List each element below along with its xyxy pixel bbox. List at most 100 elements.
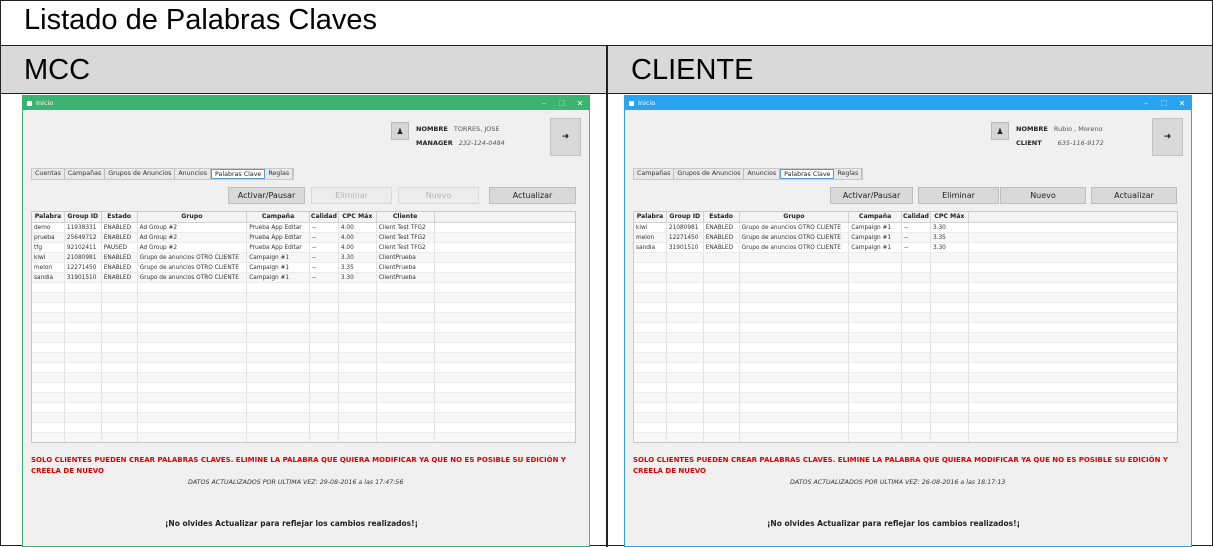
table-cell: Campaign #1 [247, 253, 310, 262]
empty-cell [902, 293, 931, 302]
column-header-estado[interactable]: Estado [102, 212, 138, 222]
table-row[interactable]: kiwi 21080981 ENABLED Grupo de anuncios OTR… [634, 223, 1177, 233]
column-header-cliente[interactable]: Cliente [377, 212, 435, 222]
table-row[interactable]: sandia 31901510 ENABLED Grupo de anuncios O… [634, 243, 1177, 253]
empty-cell [377, 403, 435, 412]
close-icon[interactable]: ✕ [1173, 99, 1191, 108]
column-header-estado[interactable]: Estado [704, 212, 740, 222]
refresh-button[interactable]: Actualizar [1091, 187, 1177, 204]
empty-cell [138, 363, 248, 372]
minimize-icon[interactable]: – [535, 99, 553, 108]
empty-cell [32, 433, 65, 442]
column-header-palabra[interactable]: Palabra [32, 212, 65, 222]
table-row[interactable]: melon 12271450 ENABLED Grupo de anuncios OT… [634, 233, 1177, 243]
column-header-campana[interactable]: Campaña [849, 212, 903, 222]
tab-cuentas[interactable]: Cuentas [32, 169, 65, 179]
tab-palabras-clave[interactable]: Palabras Clave [780, 169, 835, 179]
empty-cell [310, 313, 339, 322]
empty-cell [247, 303, 310, 312]
table-body: demo 11938331 ENABLED Ad Group #2 Prueba App… [32, 223, 575, 442]
empty-cell [339, 433, 377, 442]
keywords-table: Palabra Group ID Estado Grupo Campaña Calidad… [31, 211, 576, 443]
column-header-group-id[interactable]: Group ID [667, 212, 704, 222]
empty-cell [931, 363, 969, 372]
table-row[interactable]: melon 12271450 ENABLED Grupo de anuncios OT… [32, 263, 575, 273]
column-header-cpc-max[interactable]: CPC Máx [931, 212, 969, 222]
empty-row [32, 323, 575, 333]
empty-cell [435, 293, 575, 302]
close-icon[interactable]: ✕ [571, 99, 589, 108]
empty-cell [435, 393, 575, 402]
table-cell: Grupo de anuncios OTRO CLIENTE [138, 253, 248, 262]
empty-cell [849, 403, 903, 412]
new-button[interactable]: Nuevo [398, 187, 479, 204]
empty-cell [740, 263, 850, 272]
new-button[interactable]: Nuevo [1000, 187, 1086, 204]
tab-grupos-de-anuncios[interactable]: Grupos de Anuncios [105, 169, 176, 179]
empty-row [32, 403, 575, 413]
column-header-group-id[interactable]: Group ID [65, 212, 102, 222]
empty-cell [435, 223, 575, 232]
empty-cell [32, 313, 65, 322]
table-row[interactable]: sandia 31901510 ENABLED Grupo de anuncios O… [32, 273, 575, 283]
column-header-grupo[interactable]: Grupo [138, 212, 248, 222]
delete-button[interactable]: Eliminar [311, 187, 392, 204]
empty-cell [435, 313, 575, 322]
empty-cell [969, 433, 1177, 442]
column-header-calidad[interactable]: Calidad [902, 212, 931, 222]
column-header-campana[interactable]: Campaña [247, 212, 310, 222]
table-row[interactable]: kiwi 21080981 ENABLED Grupo de anuncios OTR… [32, 253, 575, 263]
empty-cell [969, 303, 1177, 312]
empty-cell [435, 243, 575, 252]
refresh-button[interactable]: Actualizar [489, 187, 576, 204]
empty-cell [740, 333, 850, 342]
tab-grupos-de-anuncios[interactable]: Grupos de Anuncios [674, 169, 745, 179]
empty-cell [667, 273, 704, 282]
tab-anuncios[interactable]: Anuncios [175, 169, 211, 179]
maximize-icon[interactable]: ☐ [553, 99, 571, 108]
table-cell: Ad Group #2 [138, 243, 248, 252]
empty-row [634, 383, 1177, 393]
maximize-icon[interactable]: ☐ [1155, 99, 1173, 108]
column-header-cpc-max[interactable]: CPC Máx [339, 212, 377, 222]
tab-reglas[interactable]: Reglas [265, 169, 294, 179]
table-row[interactable]: prueba 25649712 ENABLED Ad Group #2 Prueba A… [32, 233, 575, 243]
empty-cell [435, 303, 575, 312]
empty-cell [969, 233, 1177, 242]
empty-cell [902, 363, 931, 372]
minimize-icon[interactable]: – [1137, 99, 1155, 108]
empty-row [634, 293, 1177, 303]
empty-cell [339, 393, 377, 402]
empty-cell [138, 283, 248, 292]
toggle-button[interactable]: Activar/Pausar [830, 187, 913, 204]
table-cell: Prueba App Editar [247, 233, 310, 242]
tab-reglas[interactable]: Reglas [834, 169, 863, 179]
window-title: Inicio [638, 99, 656, 107]
toggle-button[interactable]: Activar/Pausar [228, 187, 305, 204]
tab-anuncios[interactable]: Anuncios [744, 169, 781, 179]
tab-campanas[interactable]: Campañas [634, 169, 675, 179]
table-cell: melon [32, 263, 65, 272]
table-row[interactable]: demo 11938331 ENABLED Ad Group #2 Prueba App… [32, 223, 575, 233]
column-header-calidad[interactable]: Calidad [310, 212, 339, 222]
column-header-grupo[interactable]: Grupo [740, 212, 850, 222]
empty-cell [32, 373, 65, 382]
empty-cell [32, 293, 65, 302]
tab-campanas[interactable]: Campañas [64, 169, 106, 179]
empty-cell [634, 423, 667, 432]
table-cell: Campaign #1 [849, 233, 903, 242]
logout-button[interactable]: ➜ [550, 118, 581, 156]
empty-cell [667, 293, 704, 302]
table-row[interactable]: tfg 92102411 PAUSED Ad Group #2 Prueba App E… [32, 243, 575, 253]
empty-cell [435, 413, 575, 422]
delete-button[interactable]: Eliminar [918, 187, 999, 204]
empty-cell [849, 313, 903, 322]
column-header-filler [969, 212, 1177, 222]
logout-button[interactable]: ➜ [1152, 118, 1183, 156]
empty-cell [102, 433, 138, 442]
column-header-palabra[interactable]: Palabra [634, 212, 667, 222]
empty-cell [32, 393, 65, 402]
empty-cell [902, 393, 931, 402]
tab-palabras-clave[interactable]: Palabras Clave [210, 169, 266, 179]
empty-cell [102, 373, 138, 382]
